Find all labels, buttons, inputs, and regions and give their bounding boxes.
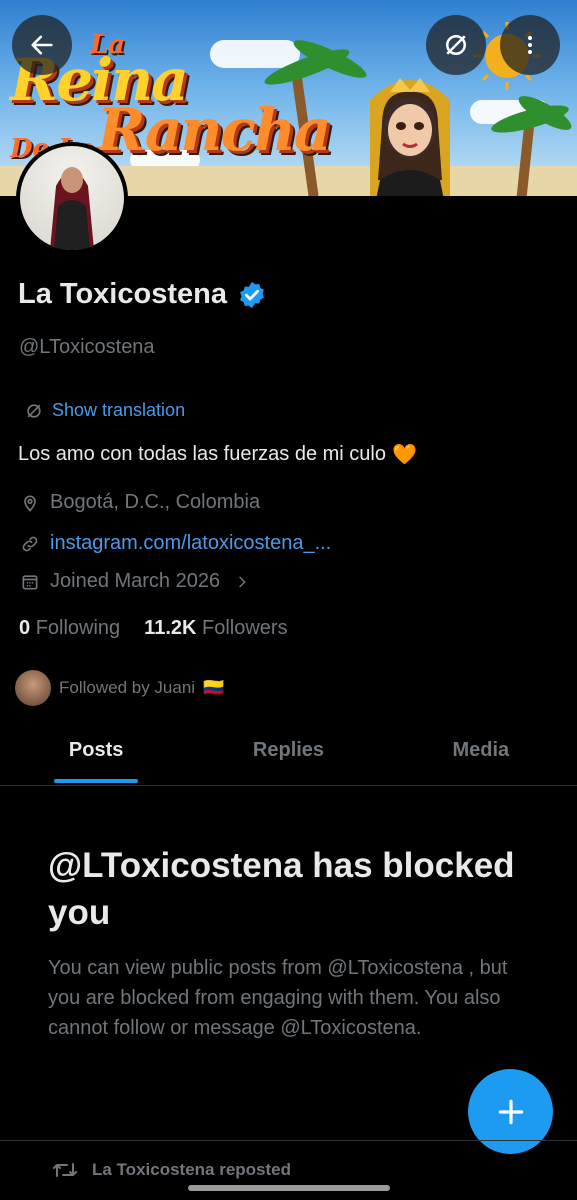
location-text: Bogotá, D.C., Colombia: [50, 491, 261, 513]
website-link[interactable]: instagram.com/latoxicostena_...: [50, 532, 331, 555]
home-indicator[interactable]: [188, 1185, 390, 1191]
followers-count-link[interactable]: 11.2K Followers: [144, 617, 287, 640]
following-count-link[interactable]: 0 Following: [19, 617, 120, 640]
profile-handle: @LToxicostena: [19, 336, 155, 358]
follower-avatar: [15, 670, 51, 706]
profile-tabs: Posts Replies Media: [0, 722, 577, 786]
translate-icon: [27, 403, 41, 418]
profile-name: La Toxicostena: [18, 278, 227, 310]
repost-indicator[interactable]: La Toxicostena reposted: [52, 1160, 291, 1180]
followers-label: Followers: [202, 617, 288, 639]
show-translation-link[interactable]: Show translation: [24, 400, 185, 421]
avatar-image: [20, 146, 124, 250]
arrow-left-icon: [31, 35, 53, 55]
blocked-title: @LToxicostena has blocked you: [48, 846, 515, 932]
tab-posts[interactable]: Posts: [0, 722, 192, 785]
repost-label: La Toxicostena reposted: [92, 1160, 292, 1179]
banner-art-line4: Rancha: [97, 96, 331, 164]
more-vertical-icon: [528, 36, 532, 54]
profile-location: Bogotá, D.C., Colombia: [20, 491, 260, 514]
location-pin-icon: [24, 495, 36, 512]
following-label: Following: [35, 617, 121, 639]
orange-heart-icon: 🧡: [391, 444, 417, 466]
link-icon: [22, 536, 38, 551]
show-translation-label: Show translation: [52, 400, 186, 420]
blocked-body: You can view public posts from @LToxicos…: [48, 957, 508, 1039]
feed-divider: [0, 1140, 577, 1141]
plus-icon: [498, 1099, 523, 1124]
calendar-icon: [22, 574, 38, 589]
tab-media[interactable]: Media: [385, 722, 577, 785]
profile-joined[interactable]: Joined March 2026: [20, 570, 250, 593]
chevron-right-icon: [239, 576, 246, 587]
translate-toggle-button[interactable]: [426, 15, 486, 75]
profile-name-row: La Toxicostena: [18, 278, 267, 311]
followed-by-text: Followed by Juani: [59, 678, 196, 697]
bio-text: Los amo con todas las fuerzas de mi culo: [18, 443, 386, 465]
avatar-figure: [50, 167, 94, 250]
repost-icon: [53, 1163, 77, 1177]
follow-counts: 0 Following 11.2K Followers: [19, 617, 288, 640]
followers-count: 11.2K: [144, 617, 197, 639]
joined-text: Joined March 2026: [50, 570, 221, 592]
tab-replies[interactable]: Replies: [192, 722, 384, 785]
back-button[interactable]: [12, 15, 72, 75]
compose-button[interactable]: [468, 1069, 553, 1154]
profile-bio: Los amo con todas las fuerzas de mi culo…: [18, 442, 417, 467]
more-options-button[interactable]: [500, 15, 560, 75]
colombia-flag-icon: 🇨🇴: [203, 678, 225, 697]
verified-badge-icon[interactable]: [237, 280, 267, 310]
following-count: 0: [19, 617, 31, 639]
followed-by[interactable]: Followed by Juani 🇨🇴: [15, 670, 224, 706]
profile-avatar[interactable]: [16, 142, 128, 254]
queen-illustration: [370, 78, 450, 196]
profile-website[interactable]: instagram.com/latoxicostena_...: [20, 532, 331, 555]
translate-off-icon: [446, 35, 466, 55]
